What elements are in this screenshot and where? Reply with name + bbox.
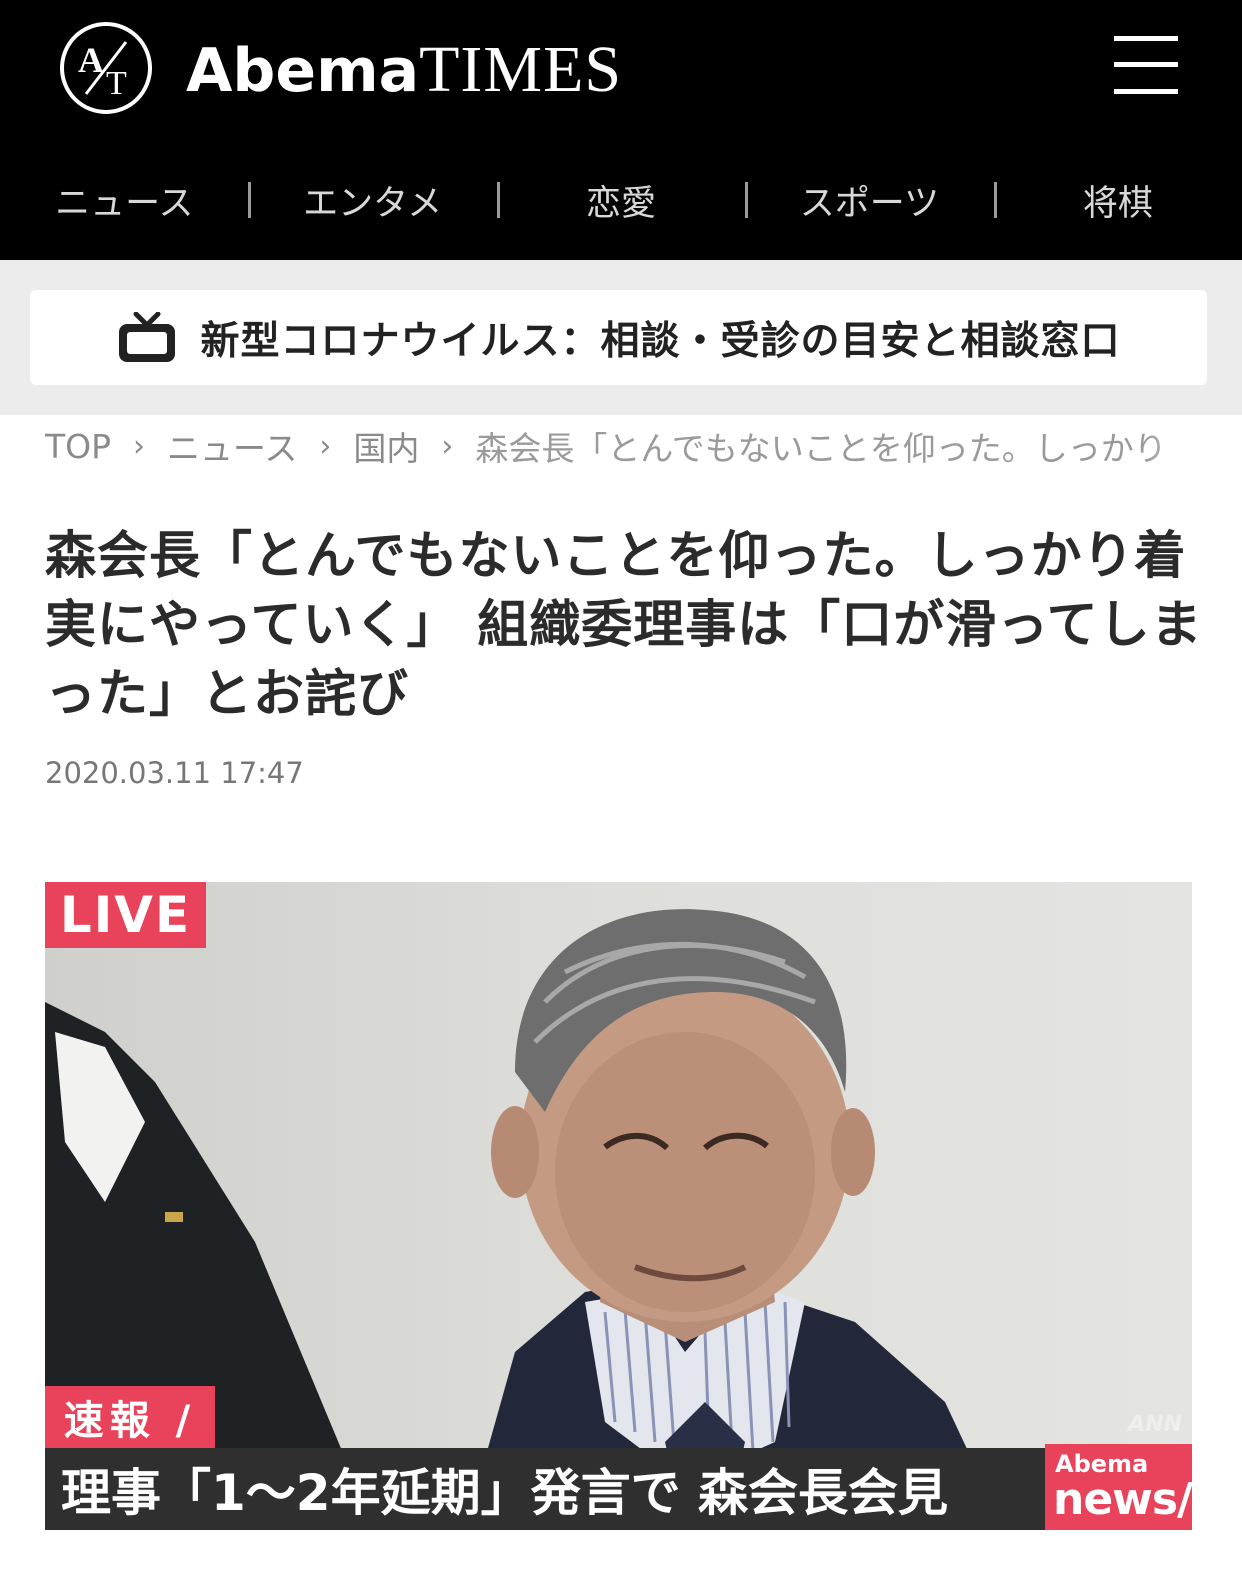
banner-area: 新型コロナウイルス：相談・受診の目安と相談窓口 xyxy=(0,260,1242,415)
nav-item-entertainment[interactable]: エンタメ xyxy=(248,150,496,250)
article-date: 2020.03.11 17:47 xyxy=(45,756,304,790)
hamburger-menu-icon[interactable] xyxy=(1114,34,1178,96)
banner-label: 新型コロナウイルス：相談・受診の目安と相談窓口 xyxy=(200,318,1121,364)
covid-info-banner[interactable]: 新型コロナウイルス：相談・受診の目安と相談窓口 xyxy=(30,290,1207,385)
site-header: A T AbemaTIMES ニュース エンタメ 恋愛 スポーツ 将棋 xyxy=(0,0,1242,260)
article-title: 森会長「とんでもないことを仰った。しっかり着実にやっていく」 組織委理事は「口が… xyxy=(45,527,1203,724)
logo-mark-icon[interactable]: A T xyxy=(60,22,152,114)
breadcrumb: TOP › ニュース › 国内 › 森会長「とんでもないことを仰った。しっかり xyxy=(45,422,1225,470)
category-nav: ニュース エンタメ 恋愛 スポーツ 将棋 xyxy=(0,150,1242,250)
breadcrumb-top[interactable]: TOP xyxy=(45,427,111,466)
chevron-right-icon: › xyxy=(133,428,146,464)
nav-item-romance[interactable]: 恋愛 xyxy=(496,150,745,250)
live-badge: LIVE xyxy=(45,882,206,948)
tv-icon xyxy=(119,311,176,362)
chevron-right-icon: › xyxy=(441,428,454,464)
breadcrumb-news[interactable]: ニュース xyxy=(167,422,297,470)
news-ticker: 理事「1～2年延期」発言で 森会長会見 xyxy=(45,1448,1045,1530)
nav-item-news[interactable]: ニュース xyxy=(0,150,248,250)
breadcrumb-fade xyxy=(1145,422,1225,470)
breaking-news-tag: 速報 / xyxy=(45,1386,215,1448)
video-player[interactable]: LIVE ANN 速報 / 理事「1～2年延期」発言で 森会長会見 Abema … xyxy=(45,882,1192,1530)
video-frame-image xyxy=(45,882,1192,1530)
abema-news-logo-bottom: news/ xyxy=(1053,1474,1192,1525)
nav-item-shogi[interactable]: 将棋 xyxy=(993,150,1242,250)
abema-news-logo: Abema news/ xyxy=(1045,1444,1192,1530)
chevron-right-icon: › xyxy=(319,428,332,464)
logo-times-text: TIMES xyxy=(419,33,623,106)
logo-abema-text: Abema xyxy=(186,36,420,106)
breadcrumb-domestic[interactable]: 国内 xyxy=(353,422,419,470)
nav-item-sports[interactable]: スポーツ xyxy=(745,150,993,250)
ann-watermark: ANN xyxy=(1128,1412,1182,1437)
site-logo[interactable]: AbemaTIMES xyxy=(186,30,622,110)
breadcrumb-current: 森会長「とんでもないことを仰った。しっかり xyxy=(475,429,1167,468)
svg-text:T: T xyxy=(106,65,127,102)
